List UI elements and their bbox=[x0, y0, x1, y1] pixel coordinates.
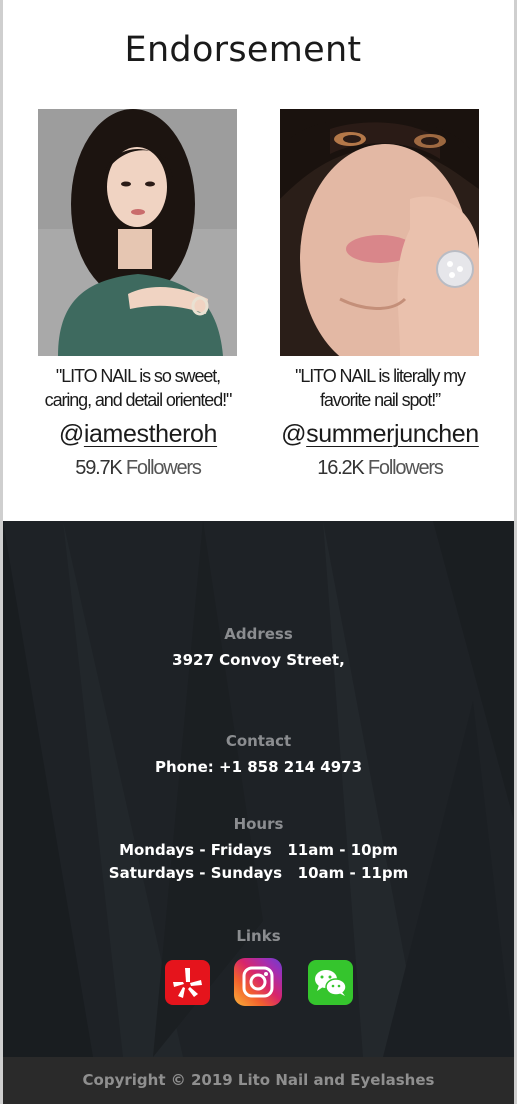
endorser-handle-link-2[interactable]: @summerjunchen bbox=[260, 420, 500, 449]
endorsement-card-2: "LITO NAIL is literally my favorite nail… bbox=[280, 109, 480, 480]
followers-label: Followers bbox=[363, 457, 444, 479]
endorser-photo-1 bbox=[38, 109, 237, 356]
endorsement-title: Endorsement bbox=[124, 30, 362, 70]
quote-line: favorite nail spot!” bbox=[319, 390, 441, 410]
endorsement-card-1: "LITO NAIL is so sweet, caring, and deta… bbox=[38, 109, 238, 480]
followers-number: 59.7K bbox=[75, 457, 122, 479]
quote-line: caring, and detail oriented!" bbox=[44, 390, 233, 410]
hours-weekends: Saturdays - Sundays 10am - 11pm bbox=[108, 864, 409, 882]
address-value: 3927 Convoy Street, bbox=[172, 651, 345, 669]
handle-at-sign: @ bbox=[58, 420, 84, 448]
contact-block: Contact Phone: +1 858 214 4973 bbox=[3, 732, 514, 779]
yelp-icon[interactable] bbox=[165, 960, 210, 1005]
wechat-icon[interactable] bbox=[308, 960, 353, 1005]
handle-name[interactable]: summerjunchen bbox=[306, 420, 479, 448]
followers-count-1: 59.7K Followers bbox=[38, 457, 238, 480]
handle-at-sign: @ bbox=[281, 420, 307, 448]
followers-label: Followers bbox=[121, 457, 202, 479]
followers-number: 16.2K bbox=[317, 457, 364, 479]
endorser-handle-link-1[interactable]: @iamestheroh bbox=[18, 420, 258, 449]
quote-line: "LITO NAIL is so sweet, bbox=[55, 366, 221, 386]
hours-block: Hours Mondays - Fridays 11am - 10pm Satu… bbox=[3, 815, 514, 885]
endorsement-quote-2: "LITO NAIL is literally my favorite nail… bbox=[270, 364, 490, 412]
copyright-text: Copyright © 2019 Lito Nail and Eyelashes bbox=[82, 1071, 435, 1089]
endorsement-quote-1: "LITO NAIL is so sweet, caring, and deta… bbox=[28, 364, 248, 412]
address-block: Address 3927 Convoy Street, bbox=[3, 625, 514, 672]
hours-weekdays: Mondays - Fridays 11am - 10pm bbox=[119, 841, 398, 859]
links-label: Links bbox=[236, 927, 281, 945]
links-label-block: Links bbox=[3, 927, 514, 945]
handle-name[interactable]: iamestheroh bbox=[84, 420, 218, 448]
site-footer: Address 3927 Convoy Street, Contact Phon… bbox=[3, 521, 514, 1057]
contact-label: Contact bbox=[225, 732, 292, 750]
hours-label: Hours bbox=[233, 815, 284, 833]
endorsement-section: Endorsement "LITO NAIL is so sweet, cari… bbox=[3, 0, 514, 521]
instagram-icon[interactable] bbox=[234, 958, 282, 1006]
social-links bbox=[3, 958, 514, 1006]
followers-count-2: 16.2K Followers bbox=[280, 457, 480, 480]
endorser-photo-2 bbox=[280, 109, 479, 356]
copyright-bar: Copyright © 2019 Lito Nail and Eyelashes bbox=[3, 1057, 514, 1104]
quote-line: "LITO NAIL is literally my bbox=[295, 366, 466, 386]
address-label: Address bbox=[224, 625, 293, 643]
phone-value: Phone: +1 858 214 4973 bbox=[154, 758, 363, 776]
